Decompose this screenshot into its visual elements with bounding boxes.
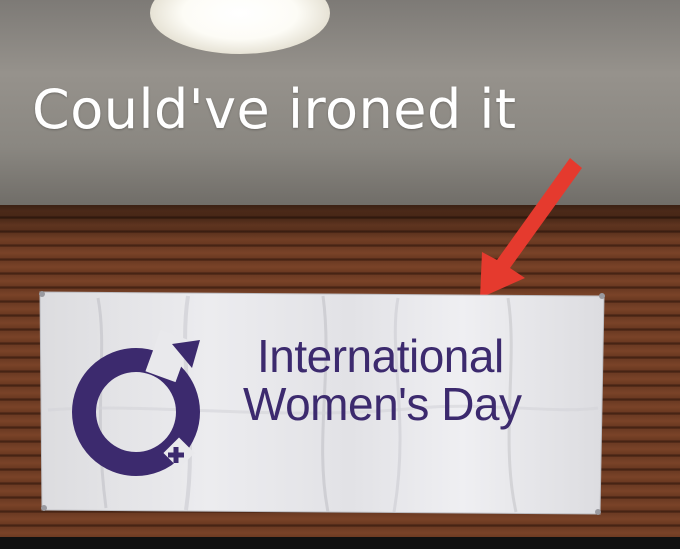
bottom-edge [0, 537, 680, 549]
banner-title: International Women's Day [243, 332, 522, 429]
red-arrow-icon [480, 158, 582, 298]
womens-symbol-logo-icon [72, 329, 200, 476]
photo-scene: Could've ironed it International Women's… [0, 0, 680, 549]
banner-line-international: International [257, 330, 504, 382]
banner-line-womens-day: Women's Day [243, 378, 522, 431]
meme-caption: Could've ironed it [32, 78, 517, 141]
banner: International Women's Day [38, 290, 606, 518]
